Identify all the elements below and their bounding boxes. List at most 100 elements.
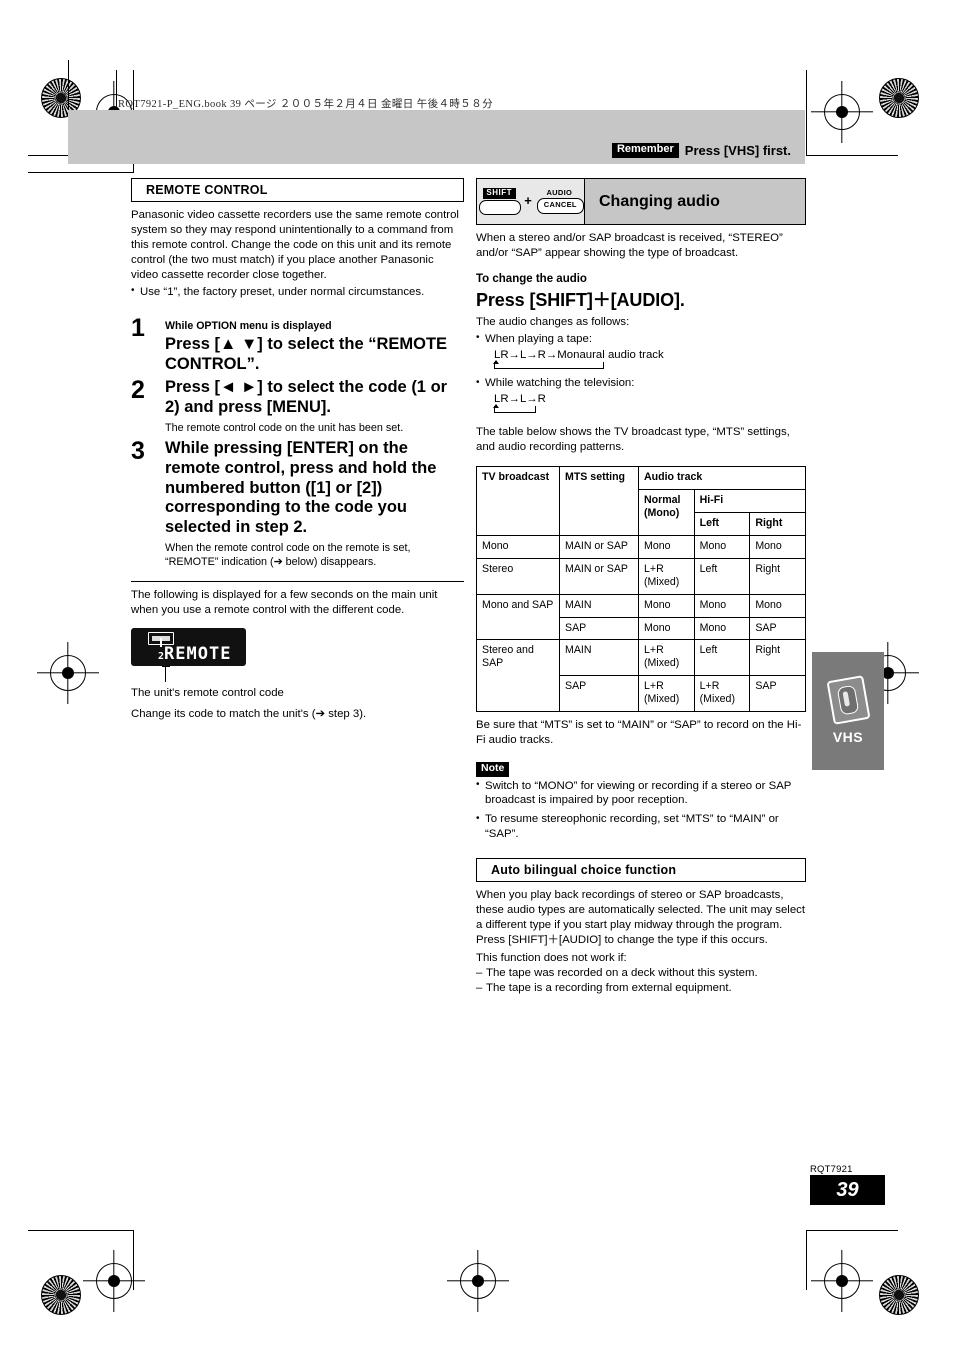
audio-track-table: TV broadcast MTS setting Audio track Nor…: [476, 466, 807, 713]
table-footnote: Be sure that “MTS” is set to “MAIN” or “…: [476, 719, 802, 747]
cell-right: SAP: [749, 616, 806, 641]
step-detail: When the remote control code on the remo…: [165, 542, 411, 569]
step-instruction: Press [▲ ▼] to select the “REMOTE CONTRO…: [165, 334, 448, 373]
step-2: 2 Press [◄ ►] to select the code (1 or 2…: [131, 378, 464, 435]
audio-flow-loop: [492, 403, 806, 416]
th-audio-track: Audio track: [638, 466, 806, 490]
cell-right: Right: [749, 557, 806, 595]
cell-left: Mono: [693, 593, 751, 618]
page-header-band: Remember Press [VHS] first.: [68, 110, 805, 164]
cell-normal: L+R (Mixed): [638, 675, 695, 713]
cell-left: Mono: [693, 616, 751, 641]
audio-button-icon: AUDIO CANCEL: [536, 189, 584, 214]
registration-mark-top-right: [824, 94, 860, 130]
audio-change-bullets: When playing a tape: LR→L→R→Monaural aud…: [476, 331, 806, 416]
document-code: RQT7921: [810, 1164, 853, 1175]
auto-bilingual-condition: This function does not work if:: [476, 952, 627, 965]
cell-right: SAP: [749, 675, 806, 713]
bullet-label: While watching the television:: [485, 377, 635, 389]
remote-control-steps: 1 While OPTION menu is displayed Press […: [131, 313, 464, 570]
list-item: The tape was recorded on a deck without …: [476, 966, 806, 981]
closing-note: Change its code to match the unit's (➔ s…: [131, 707, 367, 720]
cell-normal: Mono: [638, 593, 695, 618]
list-item: When playing a tape: LR→L→R→Monaural aud…: [476, 331, 806, 372]
cell-tv-broadcast: Mono and SAP: [476, 593, 560, 641]
step-number: 3: [131, 437, 145, 466]
callout-label: The unit's remote control code: [131, 687, 284, 699]
vhs-cassette-icon: [825, 674, 871, 725]
halftone-mark-bottom-left: [41, 1275, 81, 1315]
audio-flow-sequence: LR→L→R→Monaural audio track: [494, 348, 664, 361]
step-number: 2: [131, 376, 145, 405]
unit-display-graphic: 2REMOTE: [131, 628, 246, 682]
step-precondition: While OPTION menu is displayed: [165, 319, 332, 332]
cell-right: Right: [749, 639, 806, 677]
auto-bilingual-body: When you play back recordings of stereo …: [476, 889, 806, 947]
crop-line-bottom-right-v: [806, 1230, 808, 1290]
plus-sign: +: [524, 193, 532, 208]
table-row: Mono and SAP MAIN Mono Mono Mono: [476, 593, 806, 641]
registration-mark-mid-left: [50, 655, 86, 691]
cell-normal: L+R (Mixed): [638, 557, 695, 595]
remote-control-intro-bullets: Use “1”, the factory preset, under norma…: [131, 284, 464, 300]
step-number: 1: [131, 313, 145, 342]
changing-audio-intro: When a stereo and/or SAP broadcast is re…: [476, 232, 783, 259]
registration-mark-bottom-left: [96, 1263, 132, 1299]
remote-control-intro: Panasonic video cassette recorders use t…: [131, 209, 459, 281]
cell-mts-setting: MAIN or SAP: [559, 534, 639, 559]
th-normal-mono: Normal (Mono): [638, 488, 695, 536]
shift-button-label: SHIFT: [482, 188, 516, 199]
callout-line: [160, 666, 172, 682]
th-right: Right: [749, 511, 806, 536]
th-mts-setting: MTS setting: [559, 466, 639, 536]
cell-left: L+R (Mixed): [693, 675, 751, 713]
cell-normal: L+R (Mixed): [638, 639, 695, 677]
cell-tv-broadcast: Stereo: [476, 557, 560, 595]
section-title-changing-audio: Changing audio: [585, 179, 805, 224]
page-number: 39: [810, 1175, 885, 1205]
cell-mts-setting: MAIN: [559, 639, 639, 677]
audio-flow-loop: [492, 359, 806, 372]
audio-flow-sequence: LR→L→R: [494, 392, 546, 405]
cell-normal: Mono: [638, 534, 695, 559]
th-tv-broadcast: TV broadcast: [476, 466, 560, 536]
audio-changes-intro: The audio changes as follows:: [476, 315, 630, 328]
shift-button-shape: [479, 199, 522, 215]
lcd-readout: 2REMOTE: [158, 646, 231, 663]
cell-right: Mono: [749, 593, 806, 618]
step-instruction: Press [◄ ►] to select the code (1 or 2) …: [165, 378, 448, 417]
cell-tv-broadcast: Stereo and SAP: [476, 639, 560, 713]
side-tab-vhs: VHS: [812, 652, 884, 770]
book-header-line: RQT7921-P_ENG.book 39 ページ ２００５年２月４日 金曜日 …: [118, 99, 494, 110]
registration-mark-bottom-right: [824, 1263, 860, 1299]
display-explanation: The following is displayed for a few sec…: [131, 589, 438, 617]
table-header-row-1: TV broadcast MTS setting Audio track: [476, 466, 806, 536]
crop-line-bottom-right-h: [806, 1230, 898, 1232]
changing-audio-header: SHIFT + AUDIO CANCEL Changing audio: [476, 178, 806, 225]
cell-left: Mono: [693, 534, 751, 559]
section-divider: [131, 581, 464, 583]
shift-button-icon: SHIFT: [479, 188, 522, 215]
cell-left: Left: [693, 639, 751, 677]
to-change-audio-subhead: To change the audio: [476, 272, 587, 285]
list-item: Switch to “MONO” for viewing or recordin…: [476, 778, 806, 809]
registration-mark-bottom-center: [460, 1263, 496, 1299]
cell-left: Left: [693, 557, 751, 595]
list-item: Use “1”, the factory preset, under norma…: [131, 284, 464, 300]
list-item: To resume stereophonic recording, set “M…: [476, 812, 806, 842]
cell-tv-broadcast: Mono: [476, 534, 560, 559]
step-1: 1 While OPTION menu is displayed Press […: [131, 313, 464, 375]
side-tab-label: VHS: [832, 728, 864, 745]
note-bullets: Switch to “MONO” for viewing or recordin…: [476, 778, 806, 843]
list-item: While watching the television: LR→L→R: [476, 375, 806, 416]
step-3: 3 While pressing [ENTER] on the remote c…: [131, 439, 464, 569]
cell-mts-setting: SAP: [559, 675, 639, 713]
remember-badge: Remember: [611, 142, 679, 158]
lcd-display-text: REMOTE: [164, 644, 232, 664]
halftone-mark-top-right: [879, 78, 919, 118]
table-row: Mono MAIN or SAP Mono Mono Mono: [476, 534, 806, 559]
crop-line-bottom-left-v: [133, 1230, 135, 1290]
key-combo-icons: SHIFT + AUDIO CANCEL: [477, 179, 585, 224]
remember-text: Press [VHS] first.: [684, 142, 791, 158]
crop-line-top-left-h2: [28, 172, 133, 174]
